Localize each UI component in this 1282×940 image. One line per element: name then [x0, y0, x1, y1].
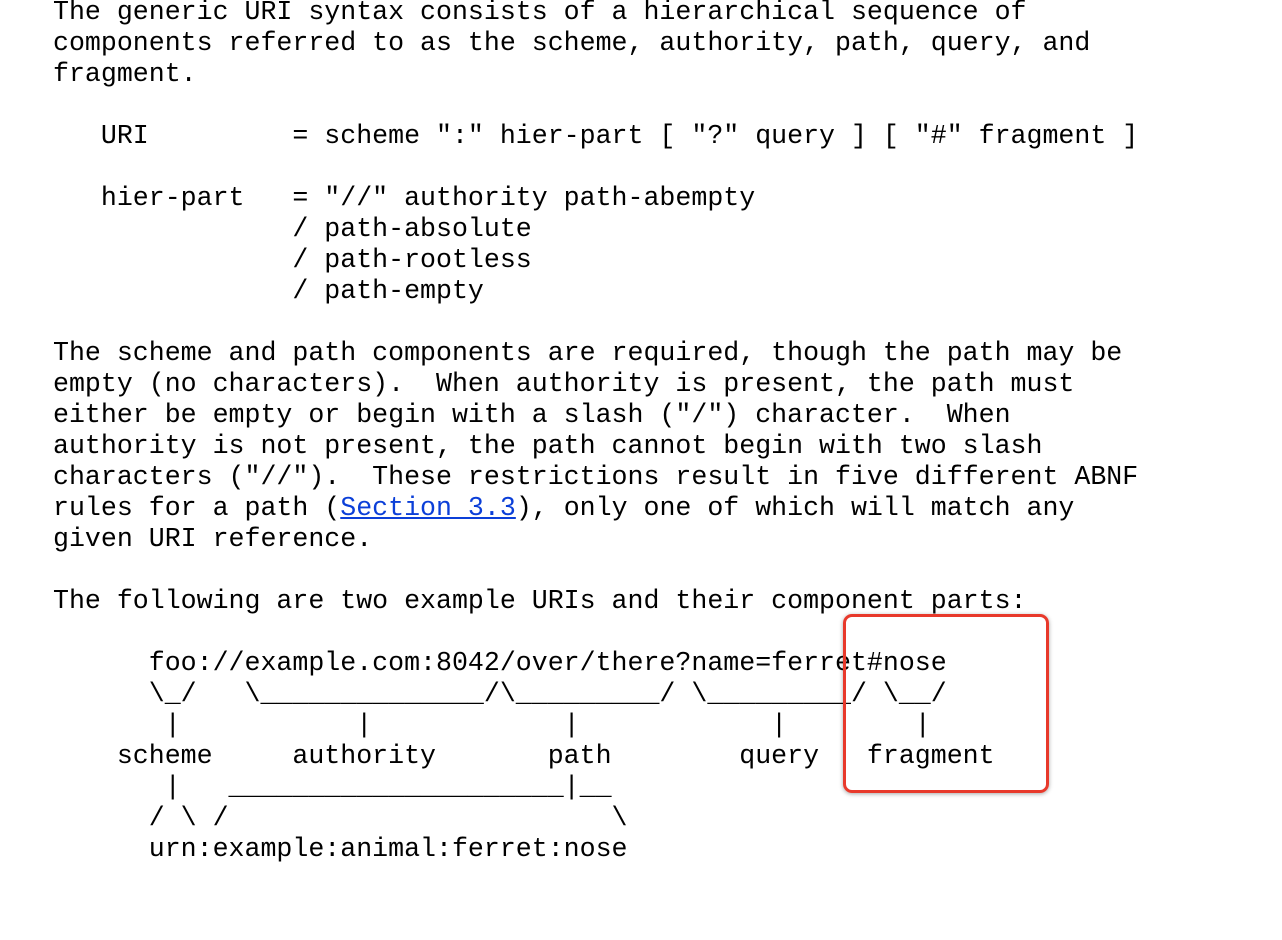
diagram-line: | | | | |	[53, 710, 931, 740]
text-line: either be empty or begin with a slash ("…	[53, 400, 1011, 430]
text-line: / path-absolute	[53, 214, 532, 244]
text-line: rules for a path (Section 3.3), only one…	[53, 493, 1138, 524]
diagram-line: foo://example.com:8042/over/there?name=f…	[53, 648, 947, 678]
text-segment: rules for a path (	[53, 493, 341, 523]
text-line: hier-part = "//" authority path-abempty	[53, 183, 756, 213]
text-line: The following are two example URIs and t…	[53, 586, 1027, 616]
rfc-document-text: The generic URI syntax consists of a hie…	[53, 0, 1138, 865]
text-line: / path-empty	[53, 276, 484, 306]
text-line: empty (no characters). When authority is…	[53, 369, 1075, 399]
text-line: The generic URI syntax consists of a hie…	[53, 0, 1027, 27]
text-line	[53, 555, 1138, 586]
text-line: authority is not present, the path canno…	[53, 431, 1043, 461]
text-line: URI = scheme ":" hier-part [ "?" query ]…	[53, 121, 1139, 151]
text-line: / path-rootless	[53, 245, 532, 275]
diagram-line: / \ / \	[53, 803, 628, 833]
diagram-line: urn:example:animal:ferret:nose	[53, 834, 628, 864]
text-line	[53, 152, 1138, 183]
diagram-line: scheme authority path query fragment	[53, 741, 995, 771]
diagram-line: \_/ \______________/\_________/ \_______…	[53, 679, 947, 709]
text-line	[53, 617, 1138, 648]
text-line: given URI reference.	[53, 524, 373, 554]
text-line: The scheme and path components are requi…	[53, 338, 1123, 368]
text-segment: ), only one of which will match any	[515, 493, 1075, 523]
text-line	[53, 90, 1138, 121]
diagram-line: | _____________________|__	[53, 772, 612, 802]
text-line: characters ("//"). These restrictions re…	[53, 462, 1139, 492]
section-3-3-link[interactable]: Section 3.3	[340, 493, 516, 523]
text-line: fragment.	[53, 59, 197, 89]
text-line	[53, 307, 1138, 338]
text-line: components referred to as the scheme, au…	[53, 28, 1091, 58]
